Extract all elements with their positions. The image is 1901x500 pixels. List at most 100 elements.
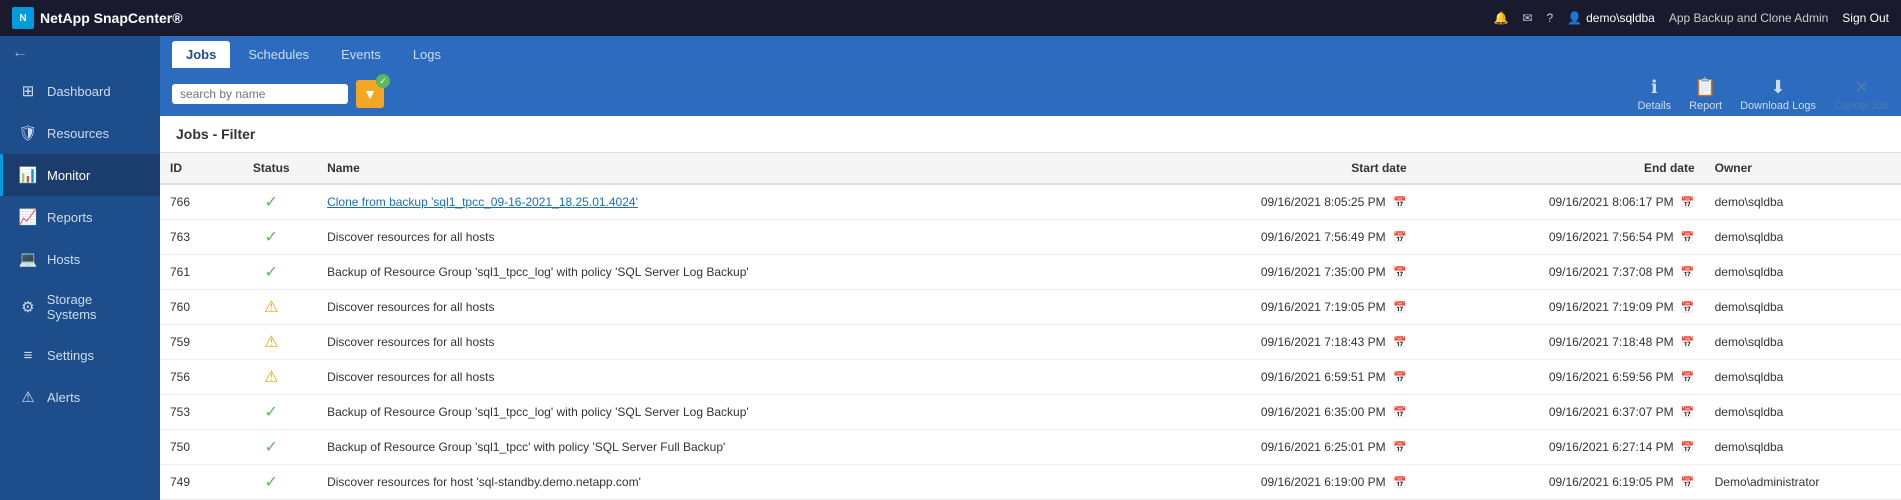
end-cal-icon[interactable]: 📅 xyxy=(1681,477,1695,489)
cell-owner: demo\sqldba xyxy=(1705,395,1901,430)
col-header-name: Name xyxy=(317,153,1129,184)
cell-end-date: 09/16/2021 7:56:54 PM 📅 xyxy=(1417,220,1705,255)
table-row: 750✓Backup of Resource Group 'sql1_tpcc'… xyxy=(160,430,1901,465)
sidebar-label-hosts: Hosts xyxy=(47,252,80,267)
content-area: Jobs - Filter ID Status Name Start date … xyxy=(160,116,1901,500)
sidebar-label-reports: Reports xyxy=(47,210,93,225)
start-cal-icon[interactable]: 📅 xyxy=(1393,372,1407,384)
brand-text: NetApp SnapCenter® xyxy=(40,10,183,26)
download-logs-button[interactable]: ⬇ Download Logs xyxy=(1740,77,1816,112)
cell-status: ✓ xyxy=(225,220,317,255)
storage-icon: ⚙ xyxy=(19,298,37,316)
help-icon[interactable]: ? xyxy=(1546,11,1553,25)
end-cal-icon[interactable]: 📅 xyxy=(1681,442,1695,454)
end-cal-icon[interactable]: 📅 xyxy=(1681,372,1695,384)
username: demo\sqldba xyxy=(1586,11,1655,25)
settings-icon: ≡ xyxy=(19,346,37,364)
sidebar-label-resources: Resources xyxy=(47,126,109,141)
cell-end-date: 09/16/2021 6:37:07 PM 📅 xyxy=(1417,395,1705,430)
report-button[interactable]: 📋 Report xyxy=(1689,77,1722,112)
cell-owner: demo\sqldba xyxy=(1705,255,1901,290)
col-header-id: ID xyxy=(160,153,225,184)
search-input[interactable] xyxy=(180,87,340,101)
tab-schedules[interactable]: Schedules xyxy=(234,41,323,68)
cell-id: 761 xyxy=(160,255,225,290)
cell-start-date: 09/16/2021 7:35:00 PM 📅 xyxy=(1129,255,1417,290)
resources-icon: 🛡 xyxy=(19,124,37,142)
table-row: 749✓Discover resources for host 'sql-sta… xyxy=(160,465,1901,500)
end-cal-icon[interactable]: 📅 xyxy=(1681,267,1695,279)
cell-end-date: 09/16/2021 7:19:09 PM 📅 xyxy=(1417,290,1705,325)
end-cal-icon[interactable]: 📅 xyxy=(1681,302,1695,314)
sidebar-item-dashboard[interactable]: ⊞ Dashboard xyxy=(0,70,160,112)
start-cal-icon[interactable]: 📅 xyxy=(1393,197,1407,209)
sidebar-toggle[interactable]: ← xyxy=(0,36,160,70)
user-info: 👤 demo\sqldba xyxy=(1567,11,1655,25)
main-content: Jobs Schedules Events Logs ▼ ✓ ℹ Details xyxy=(160,36,1901,500)
cell-start-date: 09/16/2021 6:19:00 PM 📅 xyxy=(1129,465,1417,500)
sidebar-item-alerts[interactable]: ⚠ Alerts xyxy=(0,376,160,418)
cell-start-date: 09/16/2021 6:25:01 PM 📅 xyxy=(1129,430,1417,465)
mail-icon[interactable]: ✉ xyxy=(1522,11,1532,25)
cell-status: ⚠ xyxy=(225,325,317,360)
status-ok-icon: ✓ xyxy=(265,474,278,491)
sidebar-item-hosts[interactable]: 💻 Hosts xyxy=(0,238,160,280)
start-cal-icon[interactable]: 📅 xyxy=(1393,302,1407,314)
sidebar-label-monitor: Monitor xyxy=(47,168,90,183)
end-cal-icon[interactable]: 📅 xyxy=(1681,407,1695,419)
start-cal-icon[interactable]: 📅 xyxy=(1393,232,1407,244)
filter-button[interactable]: ▼ ✓ xyxy=(356,80,384,108)
monitor-icon: 📊 xyxy=(19,166,37,184)
status-ok-icon: ✓ xyxy=(265,194,278,211)
cell-end-date: 09/16/2021 6:19:05 PM 📅 xyxy=(1417,465,1705,500)
start-cal-icon[interactable]: 📅 xyxy=(1393,337,1407,349)
top-nav: N NetApp SnapCenter® 🔔 ✉ ? 👤 demo\sqldba… xyxy=(0,0,1901,36)
table-row: 763✓Discover resources for all hosts09/1… xyxy=(160,220,1901,255)
end-cal-icon[interactable]: 📅 xyxy=(1681,232,1695,244)
job-name-link[interactable]: Clone from backup 'sql1_tpcc_09-16-2021_… xyxy=(327,195,638,209)
cell-start-date: 09/16/2021 8:05:25 PM 📅 xyxy=(1129,184,1417,220)
sidebar-item-storage-systems[interactable]: ⚙ Storage Systems xyxy=(0,280,160,334)
end-cal-icon[interactable]: 📅 xyxy=(1681,197,1695,209)
notifications-icon[interactable]: 🔔 xyxy=(1493,11,1508,25)
search-box[interactable] xyxy=(172,84,348,104)
tab-events[interactable]: Events xyxy=(327,41,395,68)
details-button[interactable]: ℹ Details xyxy=(1637,77,1671,112)
toolbar-left: ▼ ✓ xyxy=(172,80,384,108)
report-icon: 📋 xyxy=(1694,77,1716,98)
cell-name: Backup of Resource Group 'sql1_tpcc_log'… xyxy=(317,395,1129,430)
sidebar: ← ⊞ Dashboard 🛡 Resources 📊 Monitor 📈 Re… xyxy=(0,36,160,500)
status-ok-icon: ✓ xyxy=(265,439,278,456)
tab-jobs[interactable]: Jobs xyxy=(172,41,230,68)
table-row: 761✓Backup of Resource Group 'sql1_tpcc_… xyxy=(160,255,1901,290)
cell-name: Backup of Resource Group 'sql1_tpcc' wit… xyxy=(317,430,1129,465)
cell-owner: demo\sqldba xyxy=(1705,325,1901,360)
start-cal-icon[interactable]: 📅 xyxy=(1393,407,1407,419)
filter-icon: ▼ xyxy=(363,86,377,102)
sidebar-item-reports[interactable]: 📈 Reports xyxy=(0,196,160,238)
start-cal-icon[interactable]: 📅 xyxy=(1393,442,1407,454)
cell-owner: demo\sqldba xyxy=(1705,430,1901,465)
app-role: App Backup and Clone Admin xyxy=(1669,11,1828,25)
sub-tabs: Jobs Schedules Events Logs xyxy=(160,36,1901,72)
tab-logs[interactable]: Logs xyxy=(399,41,455,68)
sidebar-item-monitor[interactable]: 📊 Monitor xyxy=(0,154,160,196)
filter-check-icon: ✓ xyxy=(376,74,390,88)
alerts-icon: ⚠ xyxy=(19,388,37,406)
cancel-job-button[interactable]: ✕ Cancel Job xyxy=(1834,77,1889,112)
end-cal-icon[interactable]: 📅 xyxy=(1681,337,1695,349)
start-cal-icon[interactable]: 📅 xyxy=(1393,477,1407,489)
signout-button[interactable]: Sign Out xyxy=(1842,11,1889,25)
cell-status: ⚠ xyxy=(225,360,317,395)
cell-status: ✓ xyxy=(225,395,317,430)
sidebar-item-resources[interactable]: 🛡 Resources xyxy=(0,112,160,154)
status-warn-icon: ⚠ xyxy=(264,334,278,351)
toolbar-right: ℹ Details 📋 Report ⬇ Download Logs ✕ Can… xyxy=(1637,77,1889,112)
cell-start-date: 09/16/2021 7:18:43 PM 📅 xyxy=(1129,325,1417,360)
cell-name[interactable]: Clone from backup 'sql1_tpcc_09-16-2021_… xyxy=(317,184,1129,220)
status-warn-icon: ⚠ xyxy=(264,369,278,386)
table-row: 753✓Backup of Resource Group 'sql1_tpcc_… xyxy=(160,395,1901,430)
start-cal-icon[interactable]: 📅 xyxy=(1393,267,1407,279)
cell-id: 759 xyxy=(160,325,225,360)
sidebar-item-settings[interactable]: ≡ Settings xyxy=(0,334,160,376)
